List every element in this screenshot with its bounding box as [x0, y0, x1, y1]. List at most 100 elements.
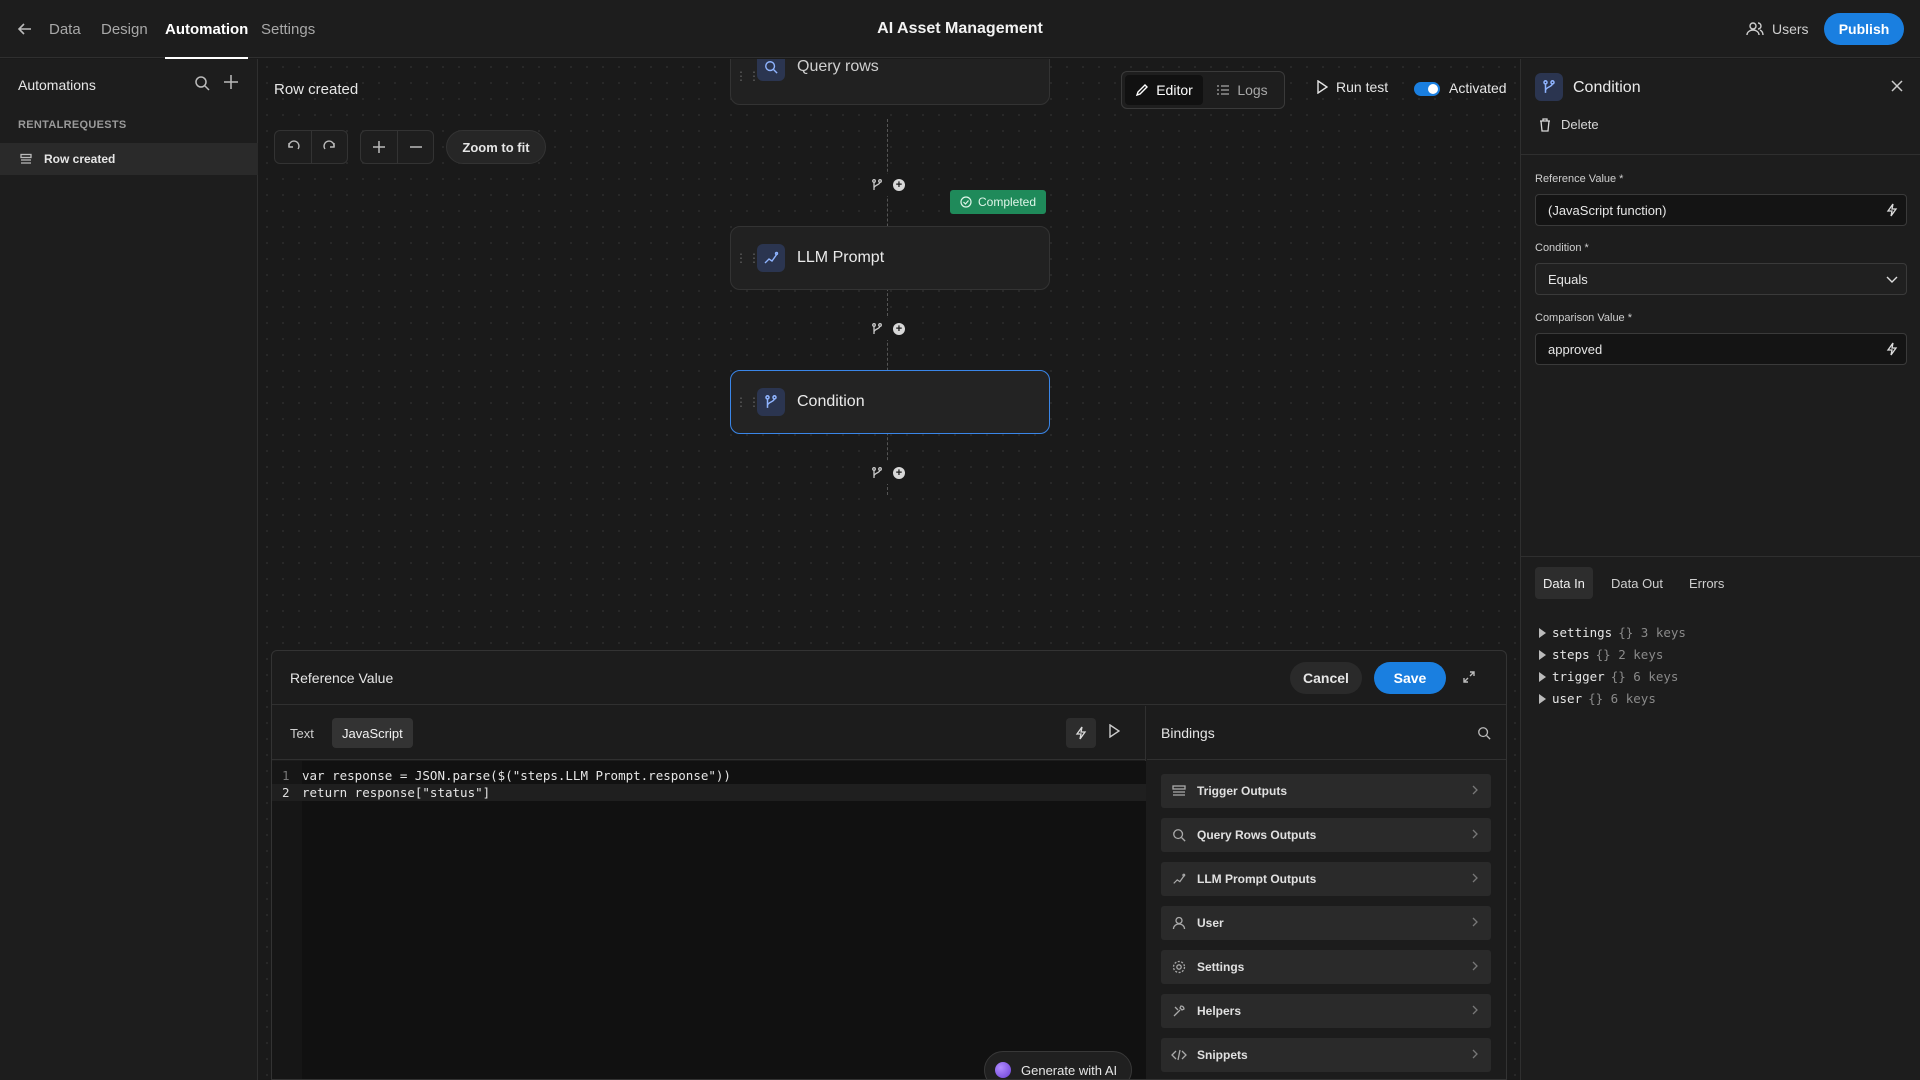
- delete-button[interactable]: Delete: [1539, 117, 1599, 132]
- sidebar-item-row-created[interactable]: Row created: [0, 143, 258, 175]
- branch-icon: [1535, 73, 1563, 101]
- bindings-header: Bindings: [1147, 706, 1506, 760]
- play-icon: [1316, 80, 1328, 94]
- tab-logs[interactable]: Logs: [1203, 75, 1281, 105]
- save-button[interactable]: Save: [1374, 662, 1446, 694]
- tab-data-out[interactable]: Data Out: [1603, 567, 1671, 599]
- table-icon: [20, 153, 32, 165]
- binding-category-user[interactable]: User: [1161, 906, 1491, 940]
- pencil-icon: [1135, 83, 1149, 97]
- llm-icon: [1171, 871, 1187, 887]
- binding-category-helpers[interactable]: Helpers: [1161, 994, 1491, 1028]
- cancel-button[interactable]: Cancel: [1290, 662, 1362, 694]
- automations-sidebar: Automations RENTALREQUESTS Row created: [0, 59, 258, 1080]
- zoom-in-icon[interactable]: [361, 131, 397, 163]
- field-label-reference-value: Reference Value *: [1535, 173, 1624, 185]
- tab-logs-label: Logs: [1237, 82, 1268, 98]
- tab-editor[interactable]: Editor: [1125, 75, 1203, 105]
- run-test-label: Run test: [1336, 79, 1389, 95]
- code-line-text: return response["status"]: [302, 785, 491, 800]
- back-arrow-icon[interactable]: [16, 20, 34, 38]
- zoom-out-icon[interactable]: [397, 131, 433, 163]
- nav-design[interactable]: Design: [101, 0, 148, 58]
- tab-javascript[interactable]: JavaScript: [332, 718, 413, 748]
- view-switcher: Editor Logs: [1121, 71, 1285, 109]
- node-label: Query rows: [797, 59, 879, 75]
- flow-canvas[interactable]: Row created Editor Logs Run test Activat…: [259, 59, 1519, 1080]
- bindings-pane: Bindings Trigger Outputs Query Rows Outp…: [1147, 706, 1506, 1079]
- undo-icon[interactable]: [275, 131, 311, 163]
- bolt-icon[interactable]: [1886, 342, 1898, 356]
- automation-name: Row created: [274, 81, 359, 98]
- generate-with-ai-button[interactable]: Generate with AI: [984, 1051, 1133, 1079]
- branch-icon[interactable]: [871, 467, 883, 479]
- add-step-icon[interactable]: +: [893, 179, 905, 191]
- bindings-title: Bindings: [1161, 725, 1215, 741]
- run-code-icon[interactable]: [1108, 724, 1120, 738]
- binding-category-query-rows-outputs[interactable]: Query Rows Outputs: [1161, 818, 1491, 852]
- tree-meta: {} 2 keys: [1595, 647, 1664, 662]
- chevron-right-icon: [1471, 829, 1479, 839]
- binding-category-llm-prompt-outputs[interactable]: LLM Prompt Outputs: [1161, 862, 1491, 896]
- expand-icon[interactable]: [1462, 670, 1476, 684]
- tree-key: steps: [1552, 647, 1590, 662]
- activated-toggle[interactable]: [1414, 82, 1440, 96]
- nav-settings[interactable]: Settings: [261, 0, 315, 58]
- chevron-right-icon: [1471, 1005, 1479, 1015]
- condition-select[interactable]: Equals: [1535, 263, 1907, 295]
- line-gutter: [272, 761, 302, 1079]
- field-label-comparison-value: Comparison Value *: [1535, 312, 1633, 324]
- tab-data-in[interactable]: Data In: [1535, 567, 1593, 599]
- chevron-right-icon: [1471, 785, 1479, 795]
- close-icon[interactable]: [1890, 79, 1904, 93]
- zoom-controls: [360, 130, 434, 164]
- nav-automation[interactable]: Automation: [165, 0, 249, 59]
- users-icon: [1746, 21, 1764, 37]
- data-tree-node-trigger[interactable]: trigger {} 6 keys: [1539, 669, 1678, 684]
- drag-handle-icon[interactable]: ⋮⋮: [735, 252, 760, 264]
- delete-label: Delete: [1561, 117, 1599, 132]
- binding-category-settings[interactable]: Settings: [1161, 950, 1491, 984]
- zoom-to-fit-button[interactable]: Zoom to fit: [446, 130, 546, 164]
- users-button[interactable]: Users: [1746, 16, 1809, 42]
- search-icon[interactable]: [1477, 726, 1491, 740]
- data-tree-node-user[interactable]: user {} 6 keys: [1539, 691, 1656, 706]
- top-bar: Data Design Automation Settings AI Asset…: [0, 0, 1920, 59]
- bolt-icon[interactable]: [1886, 203, 1898, 217]
- sidebar-title: Automations: [18, 77, 96, 93]
- publish-button[interactable]: Publish: [1824, 13, 1904, 45]
- flow-node-condition[interactable]: ⋮⋮ Condition: [730, 370, 1050, 434]
- bindings-toggle-button[interactable]: [1066, 718, 1096, 748]
- redo-icon[interactable]: [311, 131, 347, 163]
- binding-label: LLM Prompt Outputs: [1197, 872, 1317, 886]
- tree-meta: {} 3 keys: [1618, 625, 1686, 640]
- run-test-button[interactable]: Run test: [1316, 79, 1388, 95]
- code-editor[interactable]: 1 var response = JSON.parse($("steps.LLM …: [272, 761, 1146, 1079]
- add-automation-icon[interactable]: [222, 73, 240, 91]
- step-connector: +: [864, 462, 912, 484]
- add-step-icon[interactable]: +: [893, 323, 905, 335]
- flow-node-query-rows[interactable]: ⋮⋮ Query rows: [730, 59, 1050, 105]
- branch-icon[interactable]: [871, 179, 883, 191]
- flow-node-llm-prompt[interactable]: ⋮⋮ LLM Prompt: [730, 226, 1050, 290]
- nav-data[interactable]: Data: [49, 0, 81, 58]
- drag-handle-icon[interactable]: ⋮⋮: [735, 396, 760, 408]
- binding-category-trigger-outputs[interactable]: Trigger Outputs: [1161, 774, 1491, 808]
- binding-label: Snippets: [1197, 1048, 1248, 1062]
- data-tree-node-settings[interactable]: settings {} 3 keys: [1539, 625, 1686, 640]
- add-step-icon[interactable]: +: [893, 467, 905, 479]
- tree-meta: {} 6 keys: [1588, 691, 1656, 706]
- reference-value-field[interactable]: (JavaScript function): [1535, 194, 1907, 226]
- tab-text[interactable]: Text: [280, 718, 324, 748]
- comparison-value-field[interactable]: approved: [1535, 333, 1907, 365]
- binding-label: Trigger Outputs: [1197, 784, 1287, 798]
- drag-handle-icon[interactable]: ⋮⋮: [735, 70, 760, 82]
- step-connector: +: [864, 318, 912, 340]
- tab-errors[interactable]: Errors: [1681, 567, 1732, 599]
- data-tree-node-steps[interactable]: steps {} 2 keys: [1539, 647, 1663, 662]
- branch-icon[interactable]: [871, 323, 883, 335]
- status-badge: Completed: [950, 190, 1047, 214]
- binding-category-snippets[interactable]: Snippets: [1161, 1038, 1491, 1072]
- editor-header: Reference Value Cancel Save: [272, 651, 1506, 705]
- search-icon[interactable]: [194, 75, 210, 91]
